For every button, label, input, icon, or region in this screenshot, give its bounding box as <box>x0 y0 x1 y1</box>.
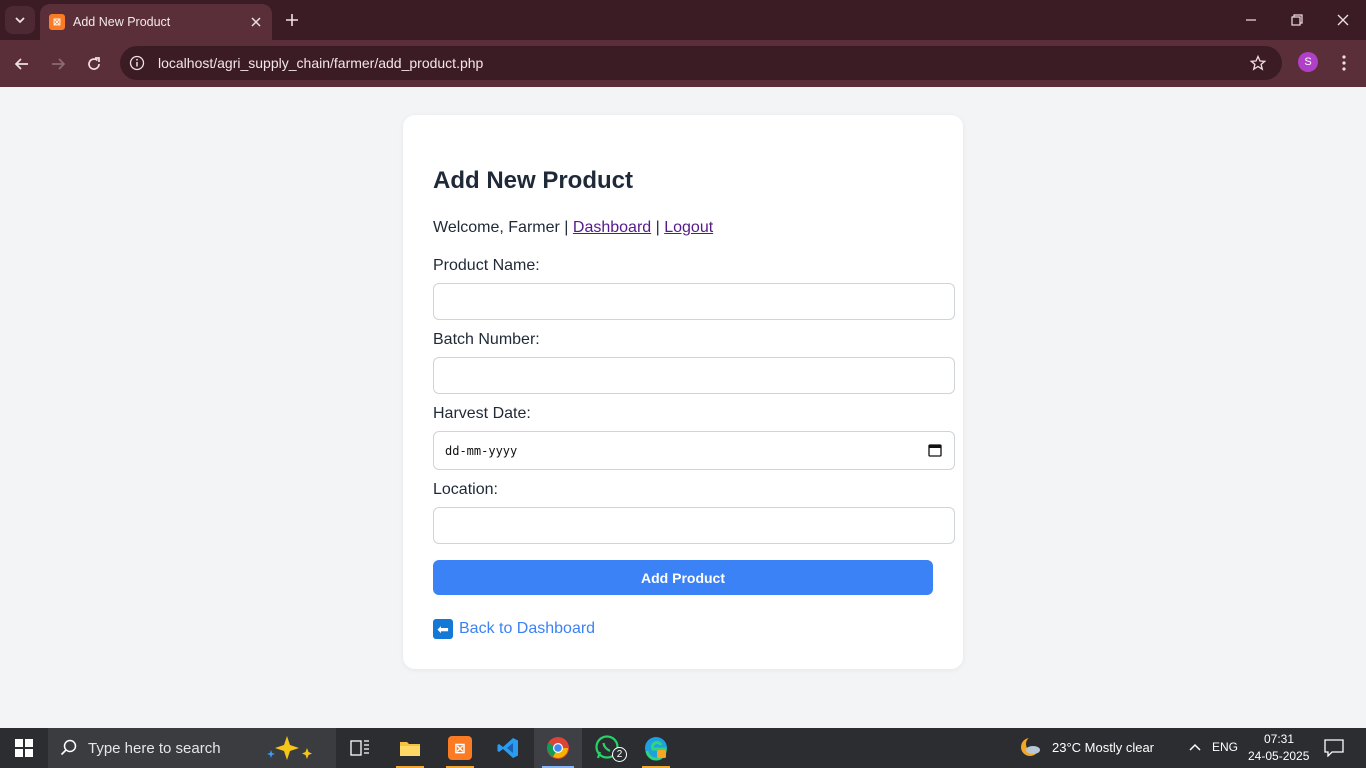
dashboard-link[interactable]: Dashboard <box>573 219 651 236</box>
back-to-dashboard-label[interactable]: Back to Dashboard <box>459 620 595 638</box>
browser-toolbar: localhost/agri_supply_chain/farmer/add_p… <box>0 40 1366 87</box>
browser-menu-icon[interactable] <box>1332 50 1356 76</box>
batch-number-label: Batch Number: <box>433 331 540 348</box>
browser-tab[interactable]: ⊠ Add New Product <box>40 4 272 40</box>
profile-avatar[interactable]: S <box>1298 52 1318 72</box>
site-info-icon[interactable] <box>124 50 150 76</box>
back-arrow-icon: ⬅ <box>433 619 453 639</box>
vscode-icon[interactable] <box>484 728 532 768</box>
edge-icon[interactable] <box>632 728 680 768</box>
forward-button[interactable] <box>44 50 72 78</box>
add-product-card: Add New Product Welcome, Farmer | Dashbo… <box>403 115 963 669</box>
reload-icon <box>88 57 100 70</box>
xampp-icon[interactable]: ⊠ <box>436 728 484 768</box>
welcome-text: Welcome, Farmer | <box>433 219 573 236</box>
search-icon <box>60 739 77 756</box>
tab-close-icon[interactable] <box>246 12 266 32</box>
start-button[interactable] <box>0 728 48 768</box>
sparkle-icon <box>266 736 312 760</box>
add-product-button[interactable]: Add Product <box>433 560 933 595</box>
chevron-up-icon[interactable] <box>1188 741 1202 755</box>
harvest-date-placeholder: dd-mm-yyyy <box>445 443 518 458</box>
tab-strip: ⊠ Add New Product <box>0 0 1366 40</box>
weather-text[interactable]: 23°C Mostly clear <box>1052 740 1154 755</box>
product-name-input[interactable] <box>433 283 955 320</box>
close-icon <box>1337 14 1349 26</box>
windows-logo-icon <box>15 739 33 757</box>
arrow-right-icon <box>52 58 66 70</box>
welcome-line: Welcome, Farmer | Dashboard | Logout <box>433 219 713 237</box>
restore-button[interactable] <box>1274 0 1320 40</box>
weather-moon-icon <box>1021 736 1042 756</box>
taskbar-search[interactable]: Type here to search <box>48 728 336 768</box>
search-placeholder: Type here to search <box>88 739 221 757</box>
address-bar[interactable]: localhost/agri_supply_chain/farmer/add_p… <box>120 46 1282 80</box>
back-to-dashboard-link[interactable]: ⬅ Back to Dashboard <box>433 619 595 639</box>
close-window-button[interactable] <box>1320 0 1366 40</box>
clock-time: 07:31 <box>1264 732 1295 746</box>
tab-search-button[interactable] <box>5 6 35 34</box>
new-tab-button[interactable] <box>281 9 303 31</box>
product-name-label: Product Name: <box>433 257 540 274</box>
location-input[interactable] <box>433 507 955 544</box>
arrow-left-icon <box>14 58 28 70</box>
plus-icon <box>286 14 298 26</box>
xampp-favicon-icon: ⊠ <box>49 14 65 30</box>
calendar-icon[interactable] <box>928 443 942 457</box>
page-title: Add New Product <box>433 167 634 194</box>
harvest-date-label: Harvest Date: <box>433 405 531 422</box>
notification-icon[interactable] <box>1324 739 1344 757</box>
task-view-icon[interactable] <box>336 728 384 768</box>
bookmark-star-icon[interactable] <box>1244 49 1272 77</box>
whatsapp-icon[interactable]: 2 <box>584 728 632 768</box>
minimize-icon <box>1246 19 1256 21</box>
windows-taskbar: Type here to search ⊠ 2 23°C Mostly clea… <box>0 728 1366 768</box>
chevron-down-icon <box>15 17 25 24</box>
whatsapp-badge: 2 <box>612 747 627 762</box>
location-label: Location: <box>433 481 498 498</box>
harvest-date-input[interactable]: dd-mm-yyyy <box>433 431 955 470</box>
chrome-icon[interactable] <box>534 728 582 768</box>
batch-number-input[interactable] <box>433 357 955 394</box>
minimize-button[interactable] <box>1228 0 1274 40</box>
url-text[interactable]: localhost/agri_supply_chain/farmer/add_p… <box>158 55 1244 71</box>
language-indicator[interactable]: ENG <box>1212 740 1238 754</box>
logout-link[interactable]: Logout <box>664 219 713 236</box>
link-separator: | <box>651 219 665 236</box>
reload-button[interactable] <box>80 50 108 78</box>
restore-icon <box>1291 14 1303 26</box>
tab-title: Add New Product <box>73 15 171 29</box>
file-explorer-icon[interactable] <box>386 728 434 768</box>
back-button[interactable] <box>8 50 36 78</box>
clock-date: 24-05-2025 <box>1248 749 1310 763</box>
